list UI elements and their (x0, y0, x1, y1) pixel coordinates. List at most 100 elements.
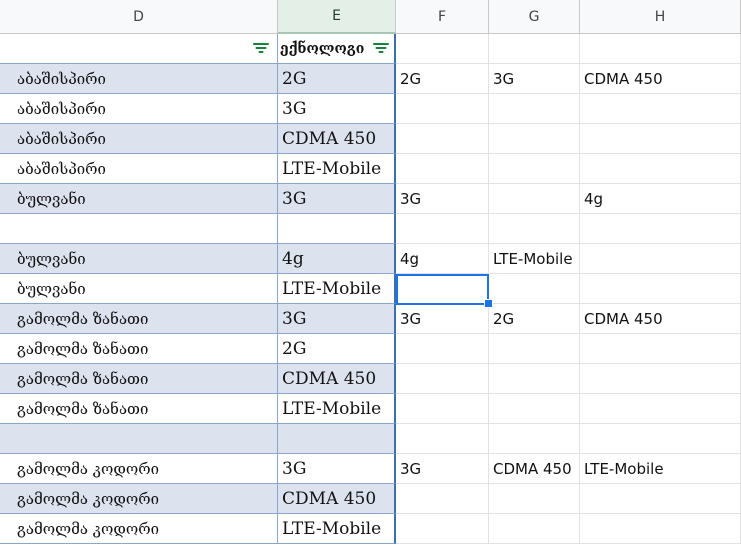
cell-f[interactable] (396, 424, 489, 454)
table-row: გამოლმა ზანათი 2G (0, 334, 741, 364)
table-row (0, 424, 741, 454)
column-header-d[interactable]: D (0, 0, 278, 34)
cell-g[interactable] (489, 274, 580, 304)
cell-e[interactable]: CDMA 450 (278, 484, 396, 514)
cell-e[interactable]: LTE-Mobile (278, 154, 396, 184)
cell-h[interactable] (580, 394, 741, 424)
filter-icon[interactable] (253, 42, 269, 54)
cell-f[interactable] (396, 94, 489, 124)
cell-h[interactable]: CDMA 450 (580, 64, 741, 94)
cell-h[interactable]: LTE-Mobile (580, 454, 741, 484)
cell-e[interactable] (278, 214, 396, 244)
cell-f[interactable] (396, 394, 489, 424)
cell-e[interactable]: LTE-Mobile (278, 274, 396, 304)
cell-h[interactable]: 4g (580, 184, 741, 214)
cell-d[interactable]: გამოლმა კოდორი (0, 454, 278, 484)
cell-f-header[interactable] (396, 34, 489, 64)
cell-h[interactable]: CDMA 450 (580, 304, 741, 334)
cell-h-header[interactable] (580, 34, 741, 64)
cell-h[interactable] (580, 484, 741, 514)
cell-h[interactable] (580, 154, 741, 184)
cell-d[interactable]: აბაშისპირი (0, 64, 278, 94)
cell-d-header[interactable] (0, 34, 278, 64)
cell-e[interactable]: CDMA 450 (278, 124, 396, 154)
cell-e[interactable]: 3G (278, 454, 396, 484)
cell-f[interactable]: 3G (396, 304, 489, 334)
cell-e[interactable]: 2G (278, 64, 396, 94)
header-row: ექნოლოგი (0, 34, 741, 64)
cell-h[interactable] (580, 94, 741, 124)
table-row (0, 214, 741, 244)
cell-d[interactable]: აბაშისპირი (0, 94, 278, 124)
cell-f[interactable]: 3G (396, 184, 489, 214)
cell-d[interactable]: გამოლმა ზანათი (0, 364, 278, 394)
cell-e[interactable]: 3G (278, 304, 396, 334)
cell-g[interactable]: 3G (489, 64, 580, 94)
cell-h[interactable] (580, 514, 741, 544)
fill-handle[interactable] (484, 299, 493, 308)
cell-h[interactable] (580, 274, 741, 304)
column-header-f[interactable]: F (396, 0, 489, 34)
cell-f[interactable]: 2G (396, 64, 489, 94)
cell-h[interactable] (580, 244, 741, 274)
cell-f[interactable] (396, 334, 489, 364)
table-row: აბაშისპირი 2G 2G 3G CDMA 450 (0, 64, 741, 94)
cell-f[interactable]: 4g (396, 244, 489, 274)
cell-e[interactable]: LTE-Mobile (278, 394, 396, 424)
cell-g[interactable] (489, 424, 580, 454)
cell-f[interactable] (396, 214, 489, 244)
cell-f[interactable]: 3G (396, 454, 489, 484)
cell-g[interactable] (489, 484, 580, 514)
cell-g[interactable] (489, 124, 580, 154)
cell-g[interactable] (489, 214, 580, 244)
cell-h[interactable] (580, 424, 741, 454)
cell-g[interactable] (489, 94, 580, 124)
cell-g[interactable] (489, 154, 580, 184)
cell-e[interactable]: 3G (278, 184, 396, 214)
cell-e[interactable]: 3G (278, 94, 396, 124)
cell-g[interactable]: 2G (489, 304, 580, 334)
cell-f[interactable] (396, 154, 489, 184)
column-header-h[interactable]: H (580, 0, 741, 34)
active-cell-selection[interactable] (396, 274, 489, 305)
cell-f[interactable] (396, 364, 489, 394)
cell-d[interactable]: გამოლმა ზანათი (0, 334, 278, 364)
cell-d[interactable] (0, 214, 278, 244)
cell-g[interactable] (489, 364, 580, 394)
column-header-g[interactable]: G (489, 0, 580, 34)
cell-g[interactable] (489, 334, 580, 364)
cell-d[interactable]: გამოლმა ზანათი (0, 304, 278, 334)
cell-d[interactable]: გამოლმა კოდორი (0, 514, 278, 544)
cell-g[interactable] (489, 514, 580, 544)
table-row: ბულვანი 4g 4g LTE-Mobile (0, 244, 741, 274)
cell-e[interactable]: LTE-Mobile (278, 514, 396, 544)
cell-d[interactable]: აბაშისპირი (0, 124, 278, 154)
cell-g[interactable]: CDMA 450 (489, 454, 580, 484)
cell-d[interactable]: ბულვანი (0, 184, 278, 214)
cell-h[interactable] (580, 214, 741, 244)
cell-e[interactable] (278, 424, 396, 454)
cell-f[interactable] (396, 514, 489, 544)
cell-e-header[interactable]: ექნოლოგი (278, 34, 396, 64)
cell-g[interactable]: LTE-Mobile (489, 244, 580, 274)
cell-h[interactable] (580, 124, 741, 154)
column-header-e[interactable]: E (278, 0, 396, 34)
cell-d[interactable] (0, 424, 278, 454)
cell-f[interactable] (396, 484, 489, 514)
cell-d[interactable]: გამოლმა კოდორი (0, 484, 278, 514)
cell-h[interactable] (580, 364, 741, 394)
cell-g[interactable] (489, 394, 580, 424)
cell-d[interactable]: ბულვანი (0, 274, 278, 304)
cell-f[interactable] (396, 124, 489, 154)
cell-e[interactable]: CDMA 450 (278, 364, 396, 394)
filter-icon[interactable] (373, 42, 389, 54)
cell-e[interactable]: 4g (278, 244, 396, 274)
cell-g[interactable] (489, 184, 580, 214)
table-row: ბულვანი LTE-Mobile (0, 274, 741, 304)
cell-d[interactable]: აბაშისპირი (0, 154, 278, 184)
cell-d[interactable]: გამოლმა ზანათი (0, 394, 278, 424)
cell-e[interactable]: 2G (278, 334, 396, 364)
cell-g-header[interactable] (489, 34, 580, 64)
cell-d[interactable]: ბულვანი (0, 244, 278, 274)
cell-h[interactable] (580, 334, 741, 364)
